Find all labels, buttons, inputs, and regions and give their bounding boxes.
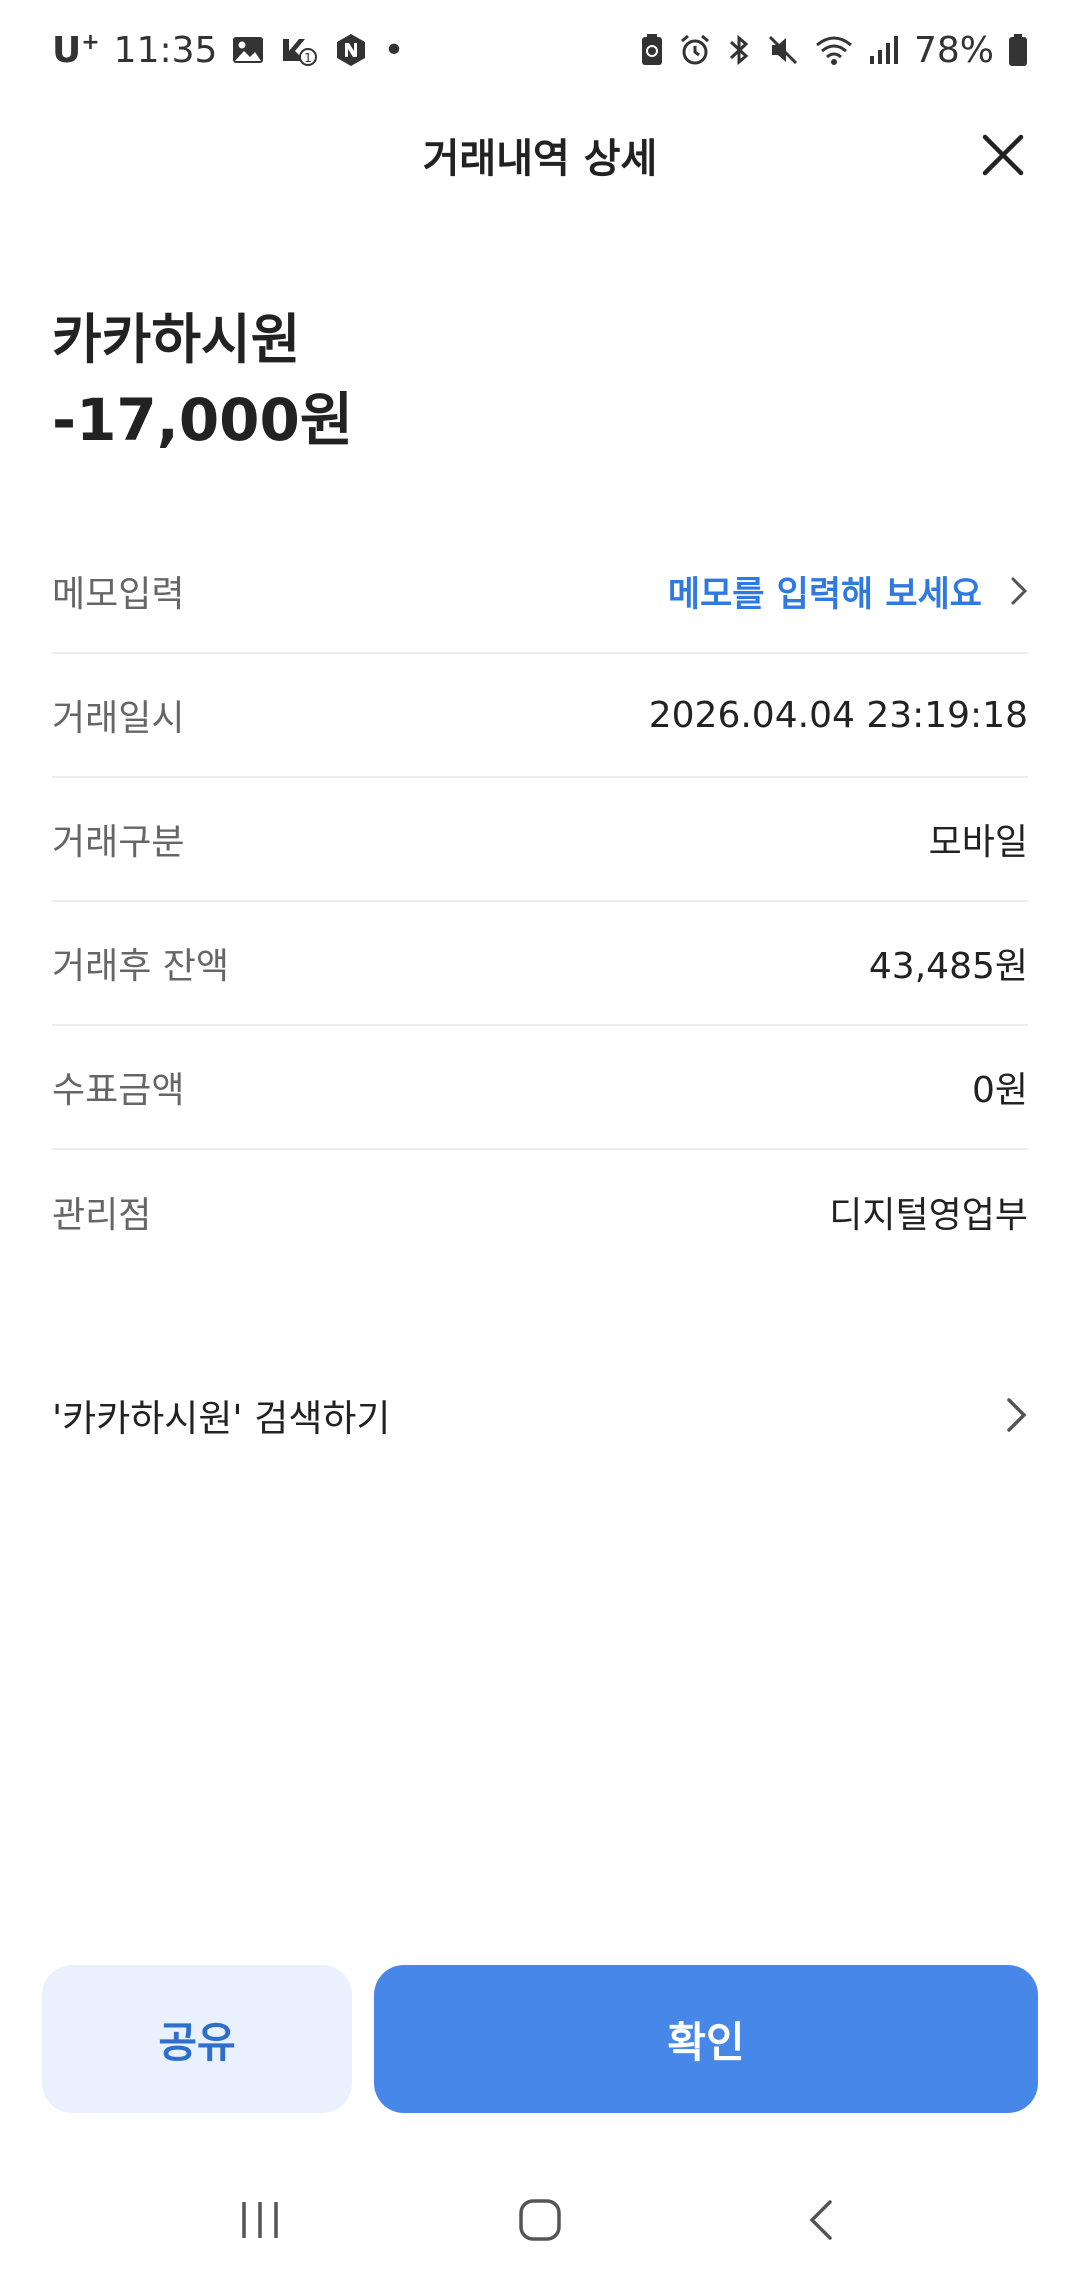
detail-row-balance: 거래후 잔액 43,485원 (52, 902, 1028, 1026)
status-bar: U+ 11:35 1 • 78% (0, 0, 1080, 100)
branch-label: 관리점 (52, 1195, 152, 1236)
bottom-buttons: 공유 확인 (42, 1965, 1038, 2113)
signal-icon (868, 34, 900, 66)
transaction-summary: 카카하시원 -17,000원 (52, 300, 353, 460)
wifi-icon (814, 33, 854, 67)
transaction-amount: -17,000원 (52, 386, 354, 454)
home-button[interactable] (500, 2180, 580, 2260)
type-label: 거래구분 (52, 822, 185, 863)
detail-row-check: 수표금액 0원 (52, 1026, 1028, 1150)
bluetooth-icon (726, 33, 752, 67)
close-button[interactable] (970, 122, 1036, 188)
home-icon (519, 2199, 561, 2241)
naver-icon (333, 32, 369, 68)
chevron-right-icon (1011, 577, 1028, 605)
status-left: U+ 11:35 1 • (52, 30, 405, 71)
detail-list: 메모입력 메모를 입력해 보세요 거래일시 2026.04.04 23:19:1… (52, 530, 1028, 1274)
memo-placeholder: 메모를 입력해 보세요 (667, 574, 982, 615)
date-value: 2026.04.04 23:19:18 (648, 694, 1028, 736)
confirm-button[interactable]: 확인 (374, 1965, 1038, 2113)
balance-label: 거래후 잔액 (52, 946, 230, 987)
battery-saver-icon (640, 33, 664, 67)
memo-input-link[interactable]: 메모를 입력해 보세요 (668, 566, 1028, 617)
battery-icon (1008, 33, 1028, 67)
recent-apps-icon (242, 2202, 278, 2238)
check-value: 0원 (971, 1070, 1028, 1111)
detail-row-branch: 관리점 디지털영업부 (52, 1150, 1028, 1274)
gallery-icon (231, 35, 265, 65)
screen: U+ 11:35 1 • 78% 거래내역 상세 카카하시원 -17,000원 … (0, 0, 1080, 2280)
battery-percent: 78% (913, 29, 994, 71)
status-time: 11:35 (113, 29, 218, 71)
svg-text:1: 1 (305, 51, 313, 65)
mute-icon (766, 33, 800, 67)
back-icon (809, 2200, 832, 2240)
header: 거래내역 상세 (0, 100, 1080, 210)
memo-label: 메모입력 (52, 574, 185, 615)
search-merchant-link[interactable]: '카카하시원' 검색하기 (52, 1360, 1028, 1470)
balance-value: 43,485원 (868, 946, 1028, 987)
status-right: 78% (640, 30, 1028, 71)
detail-row-date: 거래일시 2026.04.04 23:19:18 (52, 654, 1028, 778)
detail-row-memo[interactable]: 메모입력 메모를 입력해 보세요 (52, 530, 1028, 654)
carrier-label: U+ (52, 29, 100, 71)
type-value: 모바일 (928, 822, 1028, 863)
page-title: 거래내역 상세 (422, 136, 658, 182)
branch-value: 디지털영업부 (829, 1195, 1028, 1236)
date-label: 거래일시 (52, 698, 185, 739)
call-notification-icon: 1 (279, 33, 319, 67)
close-icon (982, 134, 1024, 176)
alarm-icon (678, 33, 712, 67)
notification-dot: • (383, 29, 405, 71)
recent-apps-button[interactable] (220, 2180, 300, 2260)
check-label: 수표금액 (52, 1070, 185, 1111)
share-button[interactable]: 공유 (42, 1965, 352, 2113)
chevron-right-icon (1007, 1398, 1027, 1432)
back-button[interactable] (780, 2180, 860, 2260)
search-merchant-label: '카카하시원' 검색하기 (52, 1397, 391, 1440)
merchant-name: 카카하시원 (52, 308, 301, 371)
detail-row-type: 거래구분 모바일 (52, 778, 1028, 902)
navigation-bar (0, 2160, 1080, 2280)
